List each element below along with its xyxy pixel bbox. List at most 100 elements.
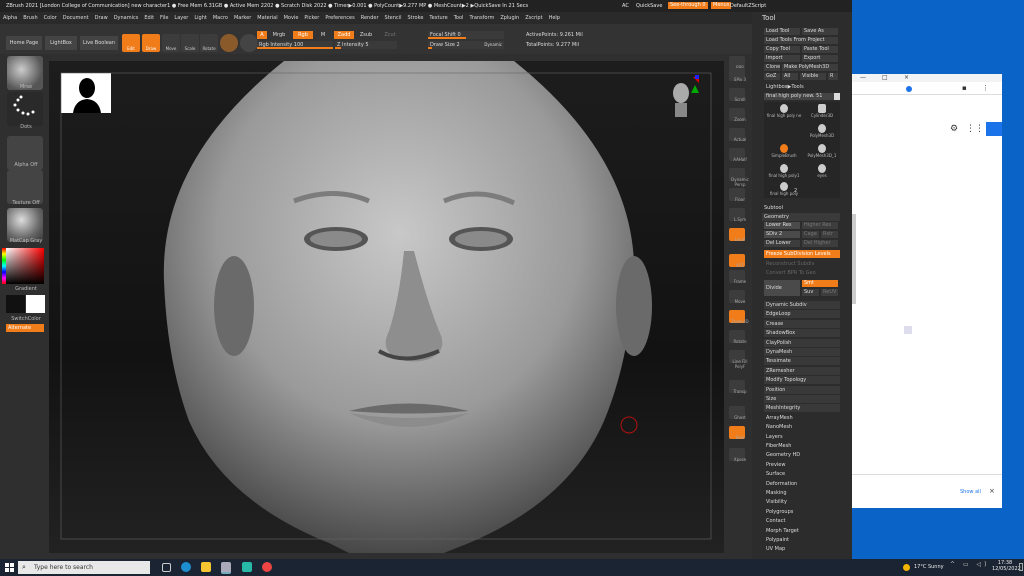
weather-text[interactable]: 17°C Sunny xyxy=(914,563,944,572)
section-geometry-hd[interactable]: Geometry HD xyxy=(764,451,844,459)
settings-gear-icon[interactable]: ⚙ xyxy=(950,124,958,134)
menu-help[interactable]: Help xyxy=(549,15,560,21)
section-size[interactable]: Size xyxy=(764,395,840,403)
shelf-xyz-button[interactable]: XYZ xyxy=(729,254,745,268)
edit-button[interactable]: Edit xyxy=(122,34,140,52)
menu-macro[interactable]: Macro xyxy=(213,15,228,21)
section-nanomesh[interactable]: NanoMesh xyxy=(764,423,844,431)
hue-strip[interactable] xyxy=(2,248,6,284)
close-download-bar-icon[interactable]: × xyxy=(989,487,995,495)
shelf-line-fill-polyf-button[interactable]: Line Fill PolyF xyxy=(729,350,747,369)
section-visibility[interactable]: Visibility xyxy=(764,498,844,506)
load-tool-button[interactable]: Load Tool xyxy=(764,28,800,35)
profile-icon[interactable] xyxy=(906,86,912,92)
lightbox-button[interactable]: LightBox xyxy=(45,36,77,50)
edge-browser-icon[interactable] xyxy=(181,562,191,572)
menu-stroke[interactable]: Stroke xyxy=(407,15,423,21)
del-lower-button[interactable]: Del Lower xyxy=(764,240,800,247)
menu-color[interactable]: Color xyxy=(44,15,57,21)
subtool-section[interactable]: Subtool xyxy=(762,204,840,212)
shelf-zoom3d-button[interactable]: Zoom3D xyxy=(729,310,749,324)
section-fibermesh[interactable]: FiberMesh xyxy=(764,442,844,450)
menu-draw[interactable]: Draw xyxy=(95,15,108,21)
chrome-icon[interactable] xyxy=(262,562,272,572)
rgb-toggle[interactable]: Rgb xyxy=(293,31,313,39)
shelf-solo-button[interactable]: Solo xyxy=(729,426,745,440)
menu-texture[interactable]: Texture xyxy=(429,15,447,21)
section-surface[interactable]: Surface xyxy=(764,470,844,478)
see-through-slider[interactable]: See-through 0 xyxy=(668,2,708,9)
section-crease[interactable]: Crease xyxy=(764,319,840,328)
r-button[interactable]: R xyxy=(828,73,838,80)
secondary-color-swatch[interactable] xyxy=(26,295,45,313)
maximize-icon[interactable]: □ xyxy=(882,74,888,81)
menu-picker[interactable]: Picker xyxy=(304,15,319,21)
apps-grid-icon[interactable]: ⋮⋮ xyxy=(966,124,984,134)
ac-label[interactable]: AC xyxy=(622,0,629,12)
maya-icon[interactable] xyxy=(242,562,252,572)
tool-thumbnail[interactable]: PolyMesh3D xyxy=(804,124,840,142)
draw-size-slider[interactable]: Draw Size 2 Dynamic xyxy=(428,41,504,49)
section-claypolish[interactable]: ClayPolish xyxy=(764,338,840,347)
tool-thumbnail[interactable]: SimpleBrush xyxy=(766,144,802,162)
menu-transform[interactable]: Transform xyxy=(469,15,494,21)
menu-render[interactable]: Render xyxy=(361,15,379,21)
dynamic-label[interactable]: Dynamic xyxy=(484,41,502,49)
save-as-button[interactable]: Save As xyxy=(802,28,838,35)
lower-res-button[interactable]: Lower Res xyxy=(764,222,800,229)
menu-zscript[interactable]: Zscript xyxy=(525,15,542,21)
reuv-button[interactable]: ReUV xyxy=(821,289,838,296)
notification-icon[interactable] xyxy=(1019,563,1023,571)
default-zscript[interactable]: DefaultZScript xyxy=(730,0,766,12)
system-tray-icons[interactable]: ^ ▭ ◁) xyxy=(950,561,989,568)
section-arraymesh[interactable]: ArrayMesh xyxy=(764,414,844,422)
menu-preferences[interactable]: Preferences xyxy=(325,15,354,21)
visible-button[interactable]: Visible xyxy=(800,73,826,80)
quicksave-button[interactable]: QuickSave xyxy=(636,0,662,12)
cage-button[interactable]: Cage xyxy=(802,231,819,238)
shelf-zoom-button[interactable]: Zoom xyxy=(729,108,746,122)
main-color-swatch[interactable] xyxy=(6,295,25,313)
shelf-scroll-button[interactable]: Scroll xyxy=(729,88,745,102)
rstr-button[interactable]: Rstr xyxy=(821,231,838,238)
shelf-l-sym-button[interactable]: L.Sym xyxy=(729,208,746,222)
scale-button[interactable]: Scale xyxy=(181,34,199,52)
shelf-transp-button[interactable]: Transp xyxy=(729,380,747,394)
color-picker[interactable] xyxy=(2,248,44,284)
menu-light[interactable]: Light xyxy=(194,15,206,21)
section-edgeloop[interactable]: EdgeLoop xyxy=(764,310,840,319)
section-dynamesh[interactable]: DynaMesh xyxy=(764,348,840,356)
export-button[interactable]: Export xyxy=(802,55,838,62)
section-masking[interactable]: Masking xyxy=(764,489,844,497)
divide-button[interactable]: Divide xyxy=(764,280,800,296)
zsub-toggle[interactable]: Zsub xyxy=(358,31,374,39)
zcut-toggle[interactable]: Zcut xyxy=(382,31,398,39)
document-canvas[interactable] xyxy=(49,61,724,553)
tool-thumbnail[interactable]: PolyMesh3D_1 xyxy=(804,144,840,162)
matcap-thumbnail[interactable] xyxy=(7,208,43,242)
rotate-button[interactable]: Rotate xyxy=(200,34,218,52)
lightbox-tools-button[interactable]: Lightbox▶Tools xyxy=(764,84,838,91)
color-sphere-icon[interactable] xyxy=(240,34,258,52)
section-shadowbox[interactable]: ShadowBox xyxy=(764,329,840,338)
copy-tool-button[interactable]: Copy Tool xyxy=(764,46,800,53)
home-page-button[interactable]: Home Page xyxy=(6,36,42,50)
menu-marker[interactable]: Marker xyxy=(234,15,251,21)
shelf-dynamic-persp-button[interactable]: Dynamic Persp xyxy=(729,168,749,187)
tool-thumbnail[interactable]: final high poly ne xyxy=(766,104,802,122)
tool-thumbnail[interactable]: final high poly1 xyxy=(766,164,802,182)
section-dynamic-subdiv[interactable]: Dynamic Subdiv xyxy=(764,301,840,309)
z-intensity-slider[interactable]: Z Intensity 5 xyxy=(335,41,397,49)
shelf-ghost-button[interactable]: Ghost xyxy=(729,406,746,420)
menu-brush[interactable]: Brush xyxy=(23,15,37,21)
weather-sun-icon[interactable] xyxy=(903,564,910,571)
shelf-spix-3-button[interactable]: SPix 3 xyxy=(729,68,746,82)
menu-dynamics[interactable]: Dynamics xyxy=(114,15,139,21)
shelf-aahalf-button[interactable]: AAHalf xyxy=(729,148,747,162)
geometry-section[interactable]: Geometry xyxy=(762,213,840,221)
file-explorer-icon[interactable] xyxy=(201,562,211,572)
clock[interactable]: 17:38 12/05/2022 xyxy=(992,560,1021,572)
tool-thumbnail[interactable]: Cylinder3D xyxy=(804,104,840,122)
menus-toggle[interactable]: Menus xyxy=(711,2,732,9)
menu-edit[interactable]: Edit xyxy=(144,15,154,21)
